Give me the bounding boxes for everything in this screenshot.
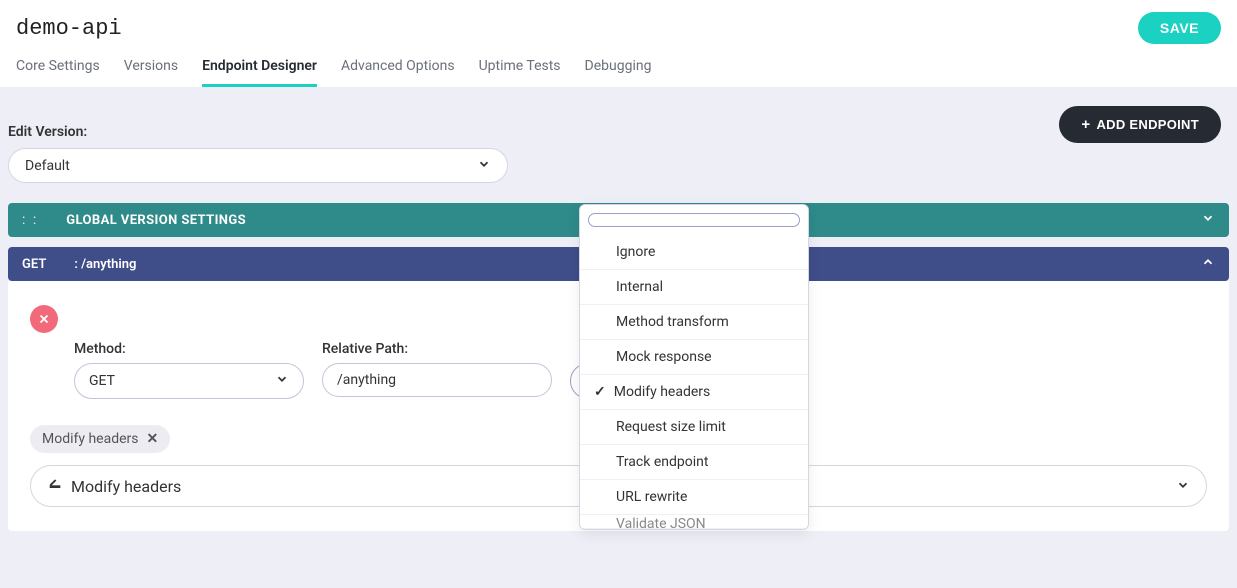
plugin-dropdown-search[interactable]: [588, 213, 800, 227]
chevron-down-icon: [477, 157, 491, 174]
tab-advanced-options[interactable]: Advanced Options: [341, 58, 455, 87]
plus-icon: +: [1081, 116, 1090, 133]
tab-debugging[interactable]: Debugging: [585, 58, 652, 87]
edit-version-select[interactable]: Default: [8, 148, 508, 183]
chevron-up-icon[interactable]: [1201, 255, 1215, 273]
chevron-down-icon[interactable]: [1201, 211, 1215, 229]
plugin-option-modify-headers[interactable]: ✓ Modify headers: [580, 374, 808, 409]
endpoint-method-badge: GET: [22, 257, 46, 272]
headers-icon: [47, 476, 63, 496]
tab-core-settings[interactable]: Core Settings: [16, 58, 100, 87]
plugin-option-internal[interactable]: Internal: [580, 269, 808, 304]
global-version-settings-label: GLOBAL VERSION SETTINGS: [66, 213, 246, 228]
plugin-option-track-endpoint[interactable]: Track endpoint: [580, 444, 808, 479]
plugin-chip-label: Modify headers: [42, 431, 139, 447]
tab-uptime-tests[interactable]: Uptime Tests: [479, 58, 561, 87]
relative-path-value: /anything: [337, 372, 396, 388]
plugin-option-method-transform[interactable]: Method transform: [580, 304, 808, 339]
tab-endpoint-designer[interactable]: Endpoint Designer: [202, 58, 317, 87]
plugin-option-ignore[interactable]: Ignore: [580, 235, 808, 269]
edit-version-value: Default: [25, 158, 70, 174]
check-icon: ✓: [594, 384, 606, 400]
add-endpoint-label: ADD ENDPOINT: [1096, 117, 1199, 132]
method-select-value: GET: [89, 373, 115, 389]
plugin-option-overflow[interactable]: Validate JSON: [580, 514, 808, 529]
method-select[interactable]: GET: [74, 363, 304, 399]
chevron-down-icon: [1176, 477, 1190, 496]
relative-path-field-label: Relative Path:: [322, 341, 552, 357]
drag-handle-icon[interactable]: : :: [22, 212, 38, 228]
relative-path-input[interactable]: /anything: [322, 363, 552, 397]
close-icon[interactable]: ✕: [147, 431, 159, 447]
delete-endpoint-button[interactable]: [30, 305, 58, 333]
endpoint-path-label: : /anything: [74, 257, 136, 272]
plugin-dropdown[interactable]: Ignore Internal Method transform Mock re…: [579, 204, 809, 530]
plugin-option-url-rewrite[interactable]: URL rewrite: [580, 479, 808, 514]
method-field-label: Method:: [74, 341, 304, 357]
main-area: + ADD ENDPOINT Edit Version: Default : :…: [0, 88, 1237, 588]
tab-bar: Core Settings Versions Endpoint Designer…: [0, 44, 1237, 88]
plugin-option-mock-response[interactable]: Mock response: [580, 339, 808, 374]
modify-headers-accordion-label: Modify headers: [71, 477, 181, 496]
add-endpoint-button[interactable]: + ADD ENDPOINT: [1059, 106, 1221, 143]
edit-version-label: Edit Version:: [8, 124, 1229, 140]
plugin-chip: Modify headers ✕: [30, 425, 170, 453]
page-title: demo-api: [16, 16, 122, 41]
plugin-option-request-size-limit[interactable]: Request size limit: [580, 409, 808, 444]
save-button[interactable]: SAVE: [1138, 12, 1221, 44]
tab-versions[interactable]: Versions: [124, 58, 178, 87]
chevron-down-icon: [275, 372, 289, 390]
